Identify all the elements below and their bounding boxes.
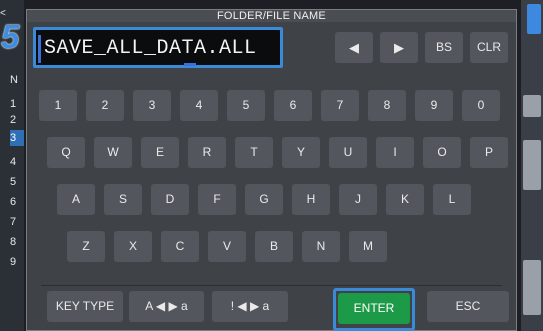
row-number[interactable]: 5 <box>10 174 24 190</box>
background-right-panel <box>521 0 543 331</box>
alpha-case-toggle-button[interactable]: A ◀ ▶ a <box>129 291 204 322</box>
key-i[interactable]: I <box>376 137 414 168</box>
key-d[interactable]: D <box>151 184 189 215</box>
input-left-marker <box>38 35 41 63</box>
key-4[interactable]: 4 <box>180 90 218 121</box>
key-3[interactable]: 3 <box>133 90 171 121</box>
key-t[interactable]: T <box>235 137 273 168</box>
filename-value: SAVE_ALL_DATA.ALL <box>44 37 257 60</box>
row-number[interactable]: 8 <box>10 234 24 250</box>
key-type-button[interactable]: KEY TYPE <box>47 291 123 322</box>
text-cursor <box>184 63 196 66</box>
row-number[interactable]: 9 <box>10 254 24 270</box>
key-x[interactable]: X <box>114 231 152 262</box>
key-b[interactable]: B <box>255 231 293 262</box>
key-p[interactable]: P <box>470 137 508 168</box>
key-6[interactable]: 6 <box>274 90 312 121</box>
key-h[interactable]: H <box>292 184 330 215</box>
cursor-right-button[interactable]: ▶ <box>380 32 418 63</box>
key-z[interactable]: Z <box>67 231 105 262</box>
row-number[interactable]: 7 <box>10 214 24 230</box>
key-g[interactable]: G <box>245 184 283 215</box>
key-c[interactable]: C <box>161 231 199 262</box>
cursor-left-button[interactable]: ◀ <box>335 32 373 63</box>
key-n[interactable]: N <box>302 231 340 262</box>
backspace-button[interactable]: BS <box>425 32 463 63</box>
key-9[interactable]: 9 <box>415 90 453 121</box>
symbol-toggle-button[interactable]: ! ◀ ▶ a <box>212 291 288 322</box>
background-block <box>523 260 541 315</box>
keyboard-divider <box>41 285 502 286</box>
key-w[interactable]: W <box>94 137 132 168</box>
key-s[interactable]: S <box>104 184 142 215</box>
key-0[interactable]: 0 <box>462 90 500 121</box>
key-8[interactable]: 8 <box>368 90 406 121</box>
row-number-selected[interactable]: 3 <box>10 130 24 146</box>
background-blue-tab[interactable] <box>527 4 541 34</box>
key-l[interactable]: L <box>433 184 471 215</box>
key-f[interactable]: F <box>198 184 236 215</box>
key-2[interactable]: 2 <box>86 90 124 121</box>
key-j[interactable]: J <box>339 184 377 215</box>
key-5[interactable]: 5 <box>227 90 265 121</box>
enter-button[interactable]: ENTER <box>338 293 410 324</box>
key-v[interactable]: V <box>208 231 246 262</box>
left-panel-char: N <box>10 74 18 86</box>
row-number[interactable]: 2 <box>10 112 24 128</box>
file-name-dialog: FOLDER/FILE NAME SAVE_ALL_DATA.ALL ◀ ▶ B… <box>26 9 517 331</box>
row-number[interactable]: 6 <box>10 194 24 210</box>
row-number[interactable]: 1 <box>10 96 24 112</box>
clear-button[interactable]: CLR <box>470 32 508 63</box>
key-a[interactable]: A <box>57 184 95 215</box>
key-1[interactable]: 1 <box>39 90 77 121</box>
key-k[interactable]: K <box>386 184 424 215</box>
key-r[interactable]: R <box>188 137 226 168</box>
key-o[interactable]: O <box>423 137 461 168</box>
esc-button[interactable]: ESC <box>427 291 509 322</box>
key-e[interactable]: E <box>141 137 179 168</box>
filename-input[interactable]: SAVE_ALL_DATA.ALL <box>33 27 283 68</box>
key-7[interactable]: 7 <box>321 90 359 121</box>
background-block <box>523 140 541 190</box>
key-y[interactable]: Y <box>282 137 320 168</box>
key-u[interactable]: U <box>329 137 367 168</box>
background-block <box>523 95 541 117</box>
step-marker: 5 <box>1 18 20 55</box>
row-number[interactable]: 4 <box>10 154 24 170</box>
key-q[interactable]: Q <box>47 137 85 168</box>
dialog-title: FOLDER/FILE NAME <box>27 10 516 22</box>
key-m[interactable]: M <box>349 231 387 262</box>
